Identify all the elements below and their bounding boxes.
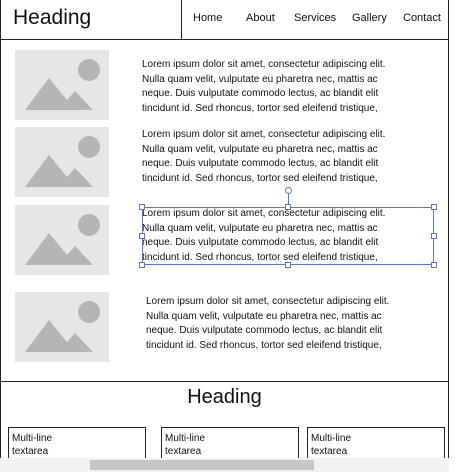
paragraph-line: tincidunt id. Sed rhoncus, tortor sed el… [142, 102, 378, 114]
nav-item-home[interactable]: Home [193, 12, 222, 24]
site-header: Heading Home About Services Gallery Cont… [0, 0, 449, 40]
section-heading: Heading [187, 386, 262, 408]
rotate-handle[interactable] [285, 187, 292, 194]
paragraph-line: tincidunt id. Sed rhoncus, tortor sed el… [142, 172, 378, 184]
paragraph-line: tincidunt id. Sed rhoncus, tortor sed el… [146, 339, 382, 351]
image-placeholder [15, 50, 109, 120]
textarea-text: Multi-line [311, 433, 352, 444]
horizontal-scrollbar[interactable] [0, 458, 449, 472]
image-placeholder [15, 292, 109, 362]
paragraph-line: Nulla quam velit, vulputate eu pharetra … [146, 310, 382, 322]
resize-handle-nw[interactable] [139, 204, 145, 210]
resize-handle-s[interactable] [285, 262, 291, 268]
scrollbar-thumb[interactable] [90, 460, 314, 470]
section-divider [0, 381, 449, 382]
paragraph-line: Lorem ipsum dolor sit amet, consectetur … [142, 129, 386, 140]
resize-handle-n[interactable] [285, 204, 291, 210]
paragraph-line: Lorem ipsum dolor sit amet, consectetur … [146, 296, 390, 307]
paragraph-line: Nulla quam velit, vulputate eu pharetra … [142, 73, 378, 85]
paragraph: Lorem ipsum dolor sit amet, consectetur … [142, 58, 432, 116]
image-placeholder-icon [25, 214, 100, 265]
site-heading: Heading [13, 6, 92, 29]
nav-item-contact[interactable]: Contact [403, 12, 441, 24]
selection-box [142, 207, 434, 265]
resize-handle-ne[interactable] [431, 204, 437, 210]
textarea-text: Multi-line [165, 433, 206, 444]
image-placeholder [15, 127, 109, 197]
nav-item-about[interactable]: About [246, 12, 275, 24]
resize-handle-se[interactable] [431, 262, 437, 268]
paragraph-line: neque. Duis vulputate commodo lectus, ac… [142, 158, 379, 169]
resize-handle-e[interactable] [431, 233, 437, 239]
resize-handle-sw[interactable] [139, 262, 145, 268]
paragraph-line: Lorem ipsum dolor sit amet, consectetur … [142, 59, 386, 70]
textarea-text: textarea [311, 446, 348, 457]
paragraph: Lorem ipsum dolor sit amet, consectetur … [146, 295, 436, 353]
nav-item-services[interactable]: Services [294, 12, 336, 24]
paragraph-line: Nulla quam velit, vulputate eu pharetra … [142, 143, 378, 155]
nav-item-gallery[interactable]: Gallery [352, 12, 387, 24]
nav-bar: Home About Services Gallery Contact [181, 0, 449, 39]
image-placeholder [15, 205, 109, 275]
paragraph-line: neque. Duis vulputate commodo lectus, ac… [142, 88, 379, 99]
image-placeholder-icon [25, 136, 100, 187]
image-placeholder-icon [25, 301, 100, 352]
paragraph: Lorem ipsum dolor sit amet, consectetur … [142, 128, 432, 186]
textarea-text: Multi-line [12, 433, 53, 444]
paragraph-line: neque. Duis vulputate commodo lectus, ac… [146, 325, 383, 336]
resize-handle-w[interactable] [139, 233, 145, 239]
textarea-text: textarea [165, 446, 202, 457]
image-placeholder-icon [25, 59, 100, 110]
textarea-text: textarea [12, 446, 49, 457]
